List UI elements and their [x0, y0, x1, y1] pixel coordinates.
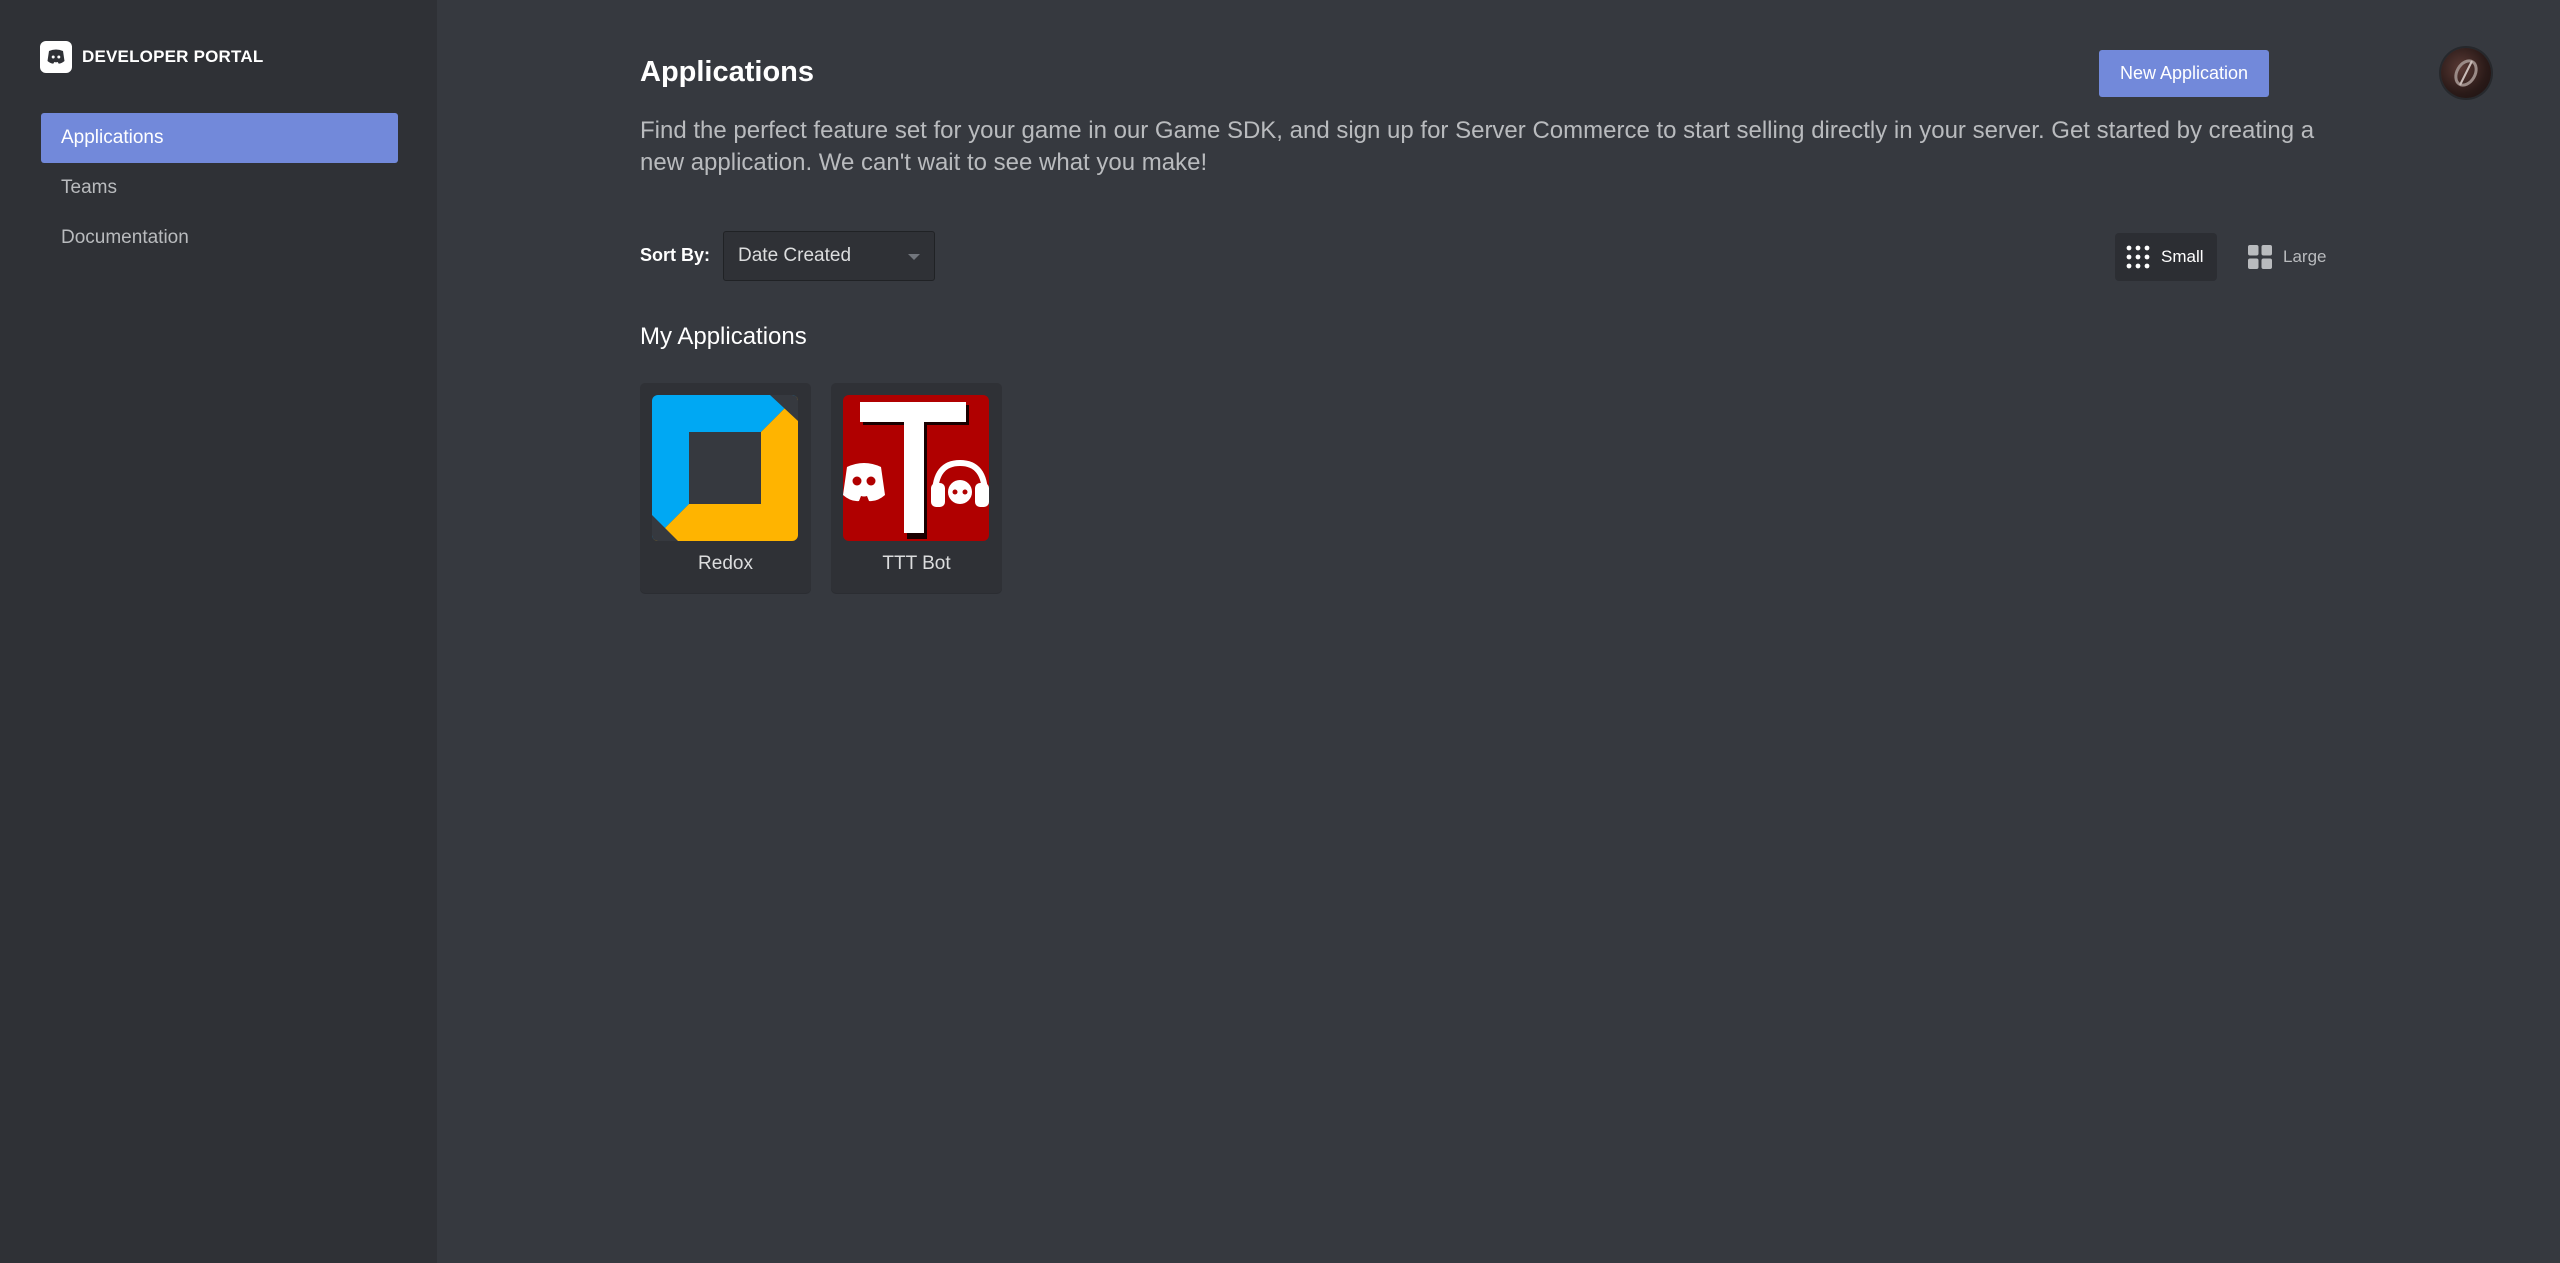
sidebar-item-applications[interactable]: Applications [41, 113, 398, 163]
view-small-label: Small [2161, 247, 2204, 266]
user-avatar[interactable] [2441, 48, 2491, 98]
main-content: Applications New Application Find the pe… [437, 0, 2560, 1263]
app-card-redox[interactable]: Redox [640, 383, 811, 593]
sidebar-item-teams[interactable]: Teams [41, 163, 398, 213]
sidebar-item-documentation[interactable]: Documentation [41, 213, 398, 263]
page-description: Find the perfect feature set for your ga… [640, 117, 2315, 176]
app-name: TTT Bot [882, 553, 951, 574]
discord-logo-icon [40, 41, 72, 73]
avatar-glyph-icon [2454, 59, 2478, 87]
my-applications-heading: My Applications [640, 323, 807, 350]
page-title: Applications [640, 56, 815, 88]
brand[interactable]: DEVELOPER PORTAL [40, 40, 263, 74]
sort-label: Sort By: [640, 245, 711, 265]
app-card-ttt-bot[interactable]: TTT Bot [831, 383, 1002, 593]
small-grid-icon [2126, 245, 2150, 269]
sort-value: Date Created [738, 245, 852, 266]
redox-app-icon [652, 395, 798, 541]
view-small-toggle[interactable]: Small [2115, 233, 2217, 281]
ttt-bot-app-icon [843, 395, 989, 541]
chevron-down-icon [908, 254, 920, 260]
new-application-button[interactable]: New Application [2099, 50, 2269, 97]
large-grid-icon [2248, 245, 2272, 269]
app-name: Redox [698, 553, 753, 574]
view-large-label: Large [2283, 247, 2327, 266]
sidebar: DEVELOPER PORTAL Applications Teams Docu… [0, 0, 437, 1263]
brand-title: DEVELOPER PORTAL [82, 47, 264, 66]
sidebar-nav: Applications Teams Documentation [41, 113, 398, 263]
view-large-toggle[interactable]: Large [2237, 233, 2337, 281]
sort-dropdown[interactable]: Date Created [723, 231, 935, 281]
